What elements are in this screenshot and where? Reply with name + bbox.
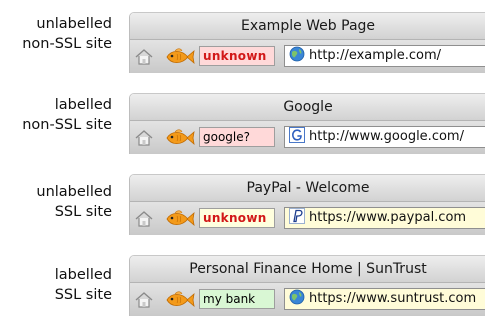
window-title: PayPal - Welcome	[130, 175, 485, 202]
paypal-favicon-icon	[289, 208, 305, 224]
url-text: https://www.suntrust.com	[309, 291, 477, 306]
window-title: Example Web Page	[130, 13, 485, 40]
home-icon[interactable]	[134, 290, 154, 310]
caption-line-2: SSL site	[54, 287, 112, 303]
google-favicon-icon	[289, 127, 305, 143]
caption-unlabelled-ssl: unlabelled SSL site	[0, 182, 112, 222]
url-text: https://www.paypal.com	[309, 210, 467, 225]
browser-window-suntrust: Personal Finance Home | SunTrust my bank…	[129, 255, 485, 316]
caption-line-2: non-SSL site	[22, 117, 112, 133]
home-icon[interactable]	[134, 47, 154, 67]
home-icon[interactable]	[134, 209, 154, 229]
navigation-toolbar: unknown https://www.paypal.com	[130, 202, 485, 235]
caption-line-2: non-SSL site	[22, 36, 112, 52]
globe-icon	[289, 289, 305, 305]
petname-fish-icon[interactable]	[163, 128, 195, 148]
address-bar[interactable]: http://example.com/	[284, 45, 485, 67]
caption-labelled-non-ssl: labelled non-SSL site	[0, 95, 112, 135]
petname-fish-icon[interactable]	[163, 209, 195, 229]
caption-line-1: labelled	[54, 267, 112, 283]
petname-field[interactable]: unknown	[199, 208, 275, 228]
browser-window-example: Example Web Page unknown http://example.…	[129, 12, 485, 73]
globe-icon	[289, 46, 305, 62]
caption-labelled-ssl: labelled SSL site	[0, 265, 112, 305]
address-bar[interactable]: https://www.paypal.com	[284, 207, 485, 229]
caption-line-1: labelled	[54, 97, 112, 113]
petname-field[interactable]: google?	[199, 127, 275, 147]
window-title: Personal Finance Home | SunTrust	[130, 256, 485, 283]
navigation-toolbar: my bank https://www.suntrust.com	[130, 283, 485, 316]
window-title: Google	[130, 94, 485, 121]
address-bar[interactable]: http://www.google.com/	[284, 126, 485, 148]
caption-unlabelled-non-ssl: unlabelled non-SSL site	[0, 14, 112, 54]
url-text: http://www.google.com/	[309, 129, 464, 144]
caption-line-2: SSL site	[54, 204, 112, 220]
browser-window-paypal: PayPal - Welcome unknown https://www.pay…	[129, 174, 485, 235]
petname-fish-icon[interactable]	[163, 290, 195, 310]
petname-fish-icon[interactable]	[163, 47, 195, 67]
home-icon[interactable]	[134, 128, 154, 148]
url-text: http://example.com/	[309, 48, 442, 63]
address-bar[interactable]: https://www.suntrust.com	[284, 288, 485, 310]
caption-line-1: unlabelled	[36, 16, 112, 32]
browser-window-google: Google google? http://www.google.com/	[129, 93, 485, 154]
petname-field[interactable]: unknown	[199, 46, 275, 66]
caption-line-1: unlabelled	[36, 184, 112, 200]
navigation-toolbar: unknown http://example.com/	[130, 40, 485, 73]
navigation-toolbar: google? http://www.google.com/	[130, 121, 485, 154]
petname-field[interactable]: my bank	[199, 289, 275, 309]
